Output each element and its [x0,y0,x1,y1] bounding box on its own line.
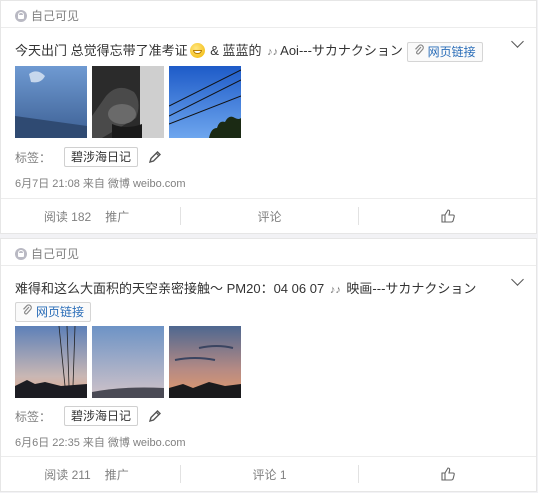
post-text-part: Aoi---サカナクション [280,43,403,58]
chevron-down-icon[interactable] [511,273,524,286]
photo-thumbnail[interactable] [15,66,87,138]
photo-thumbnail[interactable] [92,66,164,138]
post-meta: 6月6日 22:35 来自 微博 weibo.com [15,437,186,449]
post-text-part: 映画---サカナクション [342,281,477,296]
photo-row [15,66,241,138]
divider [1,27,536,28]
thumbs-up-icon [440,209,455,223]
like-button[interactable] [359,467,536,481]
promote-button[interactable]: 推广 [105,208,129,225]
photo-thumbnail[interactable] [15,326,87,398]
lock-icon [15,247,27,260]
like-button[interactable] [359,209,536,223]
web-link-button[interactable]: 网页链接 [15,302,92,322]
photo-thumbnail[interactable] [92,326,164,398]
post-text-part: & 蓝蓝的 [206,43,262,58]
photo-thumbnail[interactable] [169,66,241,138]
music-note-icon: ♪♪ [267,46,279,58]
comment-button[interactable]: 评论 1 [253,466,287,483]
paperclip-icon [22,303,32,321]
tags-row: 标签： 碧涉海日记 [15,406,162,426]
divider [1,265,536,266]
thumbs-up-icon [440,467,455,481]
chevron-down-icon[interactable] [511,35,524,48]
weibo-post-1: 自己可见 今天出门 总觉得忘带了准考证 & 蓝蓝的 ♪♪ Aoi---サカナクショ… [0,0,537,234]
action-bar: 阅读 182 推广 评论 [1,199,536,233]
web-link-label: 网页链接 [427,44,476,59]
action-bar: 阅读 211 推广 评论 1 [1,457,536,491]
post-text-part: 今天出门 总觉得忘带了准考证 [15,43,188,58]
paperclip-icon [414,43,424,61]
promote-button[interactable]: 推广 [105,466,129,483]
tag-badge[interactable]: 碧涉海日记 [64,406,139,426]
post-meta: 6月7日 21:08 来自 微博 weibo.com [15,178,186,190]
comment-button[interactable]: 评论 [258,208,282,225]
web-link-label: 网页链接 [36,305,85,319]
edit-pencil-icon[interactable] [148,150,162,164]
read-count: 阅读 211 [44,467,91,482]
tags-label: 标签： [15,409,52,424]
web-link-button[interactable]: 网页链接 [406,41,483,62]
photo-thumbnail[interactable] [169,326,241,398]
privacy-status: 自己可见 [15,245,79,262]
privacy-status: 自己可见 [15,7,79,24]
edit-pencil-icon[interactable] [148,409,162,423]
tag-badge[interactable]: 碧涉海日记 [64,147,139,167]
music-note-icon: ♪♪ [329,284,341,296]
photo-row [15,326,241,398]
weibo-post-2: 自己可见 难得和这么大面积的天空亲密接触～ PM20：04 06 07 ♪♪ 映… [0,238,537,492]
post-text: 难得和这么大面积的天空亲密接触～ PM20：04 06 07 ♪♪ 映画---サ… [15,279,496,300]
privacy-label: 自己可见 [31,9,80,23]
privacy-label: 自己可见 [31,247,80,261]
grinning-emoji-icon [189,43,205,58]
lock-icon [15,9,27,22]
tags-row: 标签： 碧涉海日记 [15,147,162,167]
read-count: 阅读 182 [43,209,92,224]
post-text: 今天出门 总觉得忘带了准考证 & 蓝蓝的 ♪♪ Aoi---サカナクション 网页链… [15,41,496,62]
tags-label: 标签： [15,150,52,165]
post-text-part: 难得和这么大面积的天空亲密接触～ PM20：04 06 07 [15,281,325,296]
